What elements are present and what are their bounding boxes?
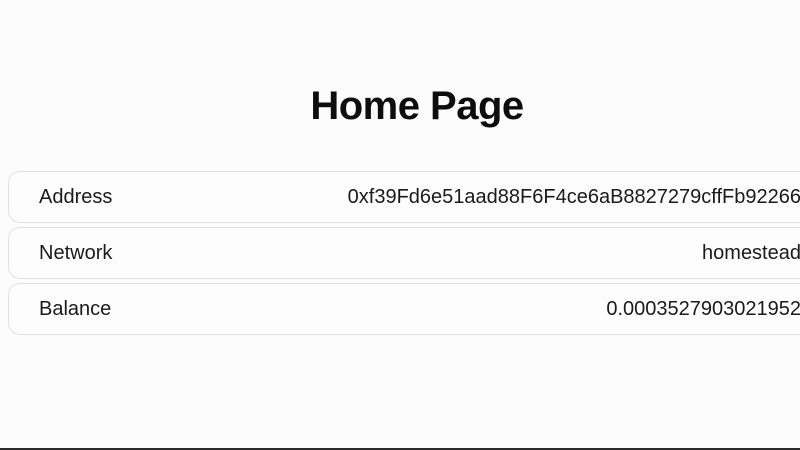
- network-label: Network: [39, 242, 113, 264]
- address-label: Address: [39, 186, 113, 208]
- network-row: Network homestead: [8, 227, 800, 279]
- address-value: 0xf39Fd6e51aad88F6F4ce6aB8827279cffFb922…: [347, 186, 800, 208]
- balance-row: Balance 0.0003527903021952: [8, 283, 800, 335]
- balance-label: Balance: [39, 298, 112, 320]
- network-value: homestead: [702, 242, 800, 264]
- balance-value: 0.0003527903021952: [606, 298, 800, 320]
- page-title: Home Page: [310, 84, 524, 128]
- account-info-list: Address 0xf39Fd6e51aad88F6F4ce6aB8827279…: [8, 171, 800, 339]
- address-row: Address 0xf39Fd6e51aad88F6F4ce6aB8827279…: [8, 171, 800, 223]
